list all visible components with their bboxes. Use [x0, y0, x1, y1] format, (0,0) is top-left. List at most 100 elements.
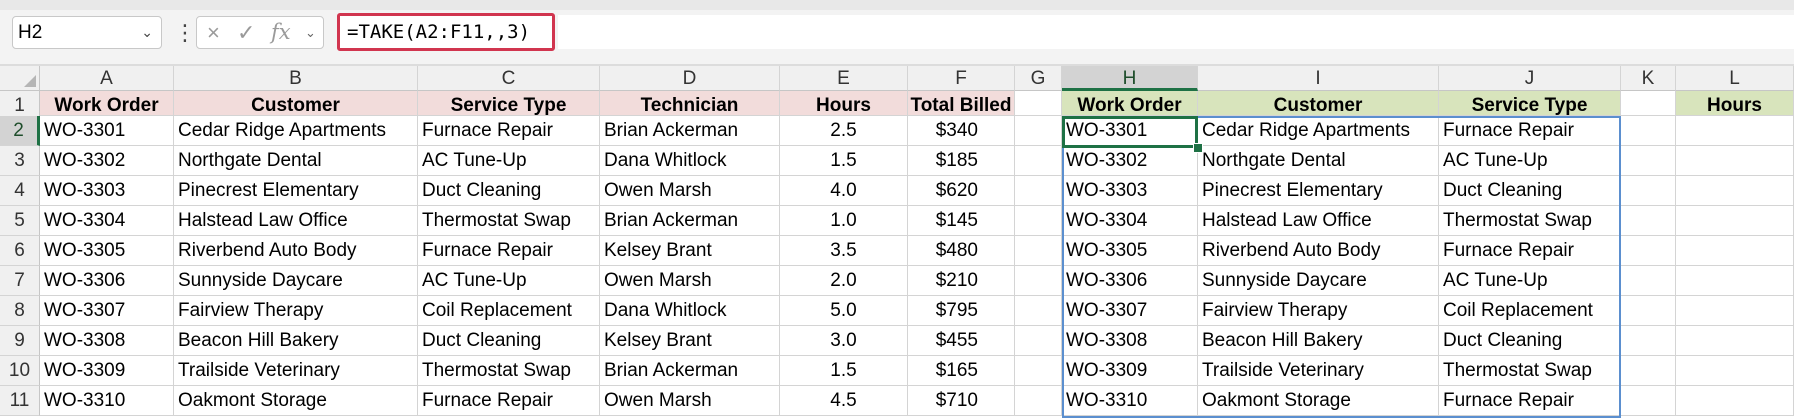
cell-c8[interactable]: Coil Replacement: [418, 296, 600, 326]
cell-h7[interactable]: WO-3306: [1062, 266, 1198, 296]
column-header-c[interactable]: C: [418, 66, 600, 91]
cell-c11[interactable]: Furnace Repair: [418, 386, 600, 416]
cancel-icon[interactable]: ×: [207, 17, 220, 48]
cell-a3[interactable]: WO-3302: [40, 146, 174, 176]
cell-d1[interactable]: Technician: [600, 91, 780, 116]
column-header-b[interactable]: B: [174, 66, 418, 91]
cell-e9[interactable]: 3.0: [780, 326, 908, 356]
cell-k6[interactable]: [1621, 236, 1676, 266]
cell-e11[interactable]: 4.5: [780, 386, 908, 416]
formula-bar-input-area[interactable]: [558, 15, 1794, 49]
cell-g11[interactable]: [1015, 386, 1062, 416]
cell-d3[interactable]: Dana Whitlock: [600, 146, 780, 176]
enter-icon[interactable]: ✓: [237, 17, 255, 48]
cell-l2[interactable]: [1676, 116, 1794, 146]
cell-d7[interactable]: Owen Marsh: [600, 266, 780, 296]
cell-b8[interactable]: Fairview Therapy: [174, 296, 418, 326]
cell-h8[interactable]: WO-3307: [1062, 296, 1198, 326]
cell-h1[interactable]: Work Order: [1062, 91, 1198, 116]
cell-c3[interactable]: AC Tune-Up: [418, 146, 600, 176]
column-header-i[interactable]: I: [1198, 66, 1439, 91]
cell-j2[interactable]: Furnace Repair: [1439, 116, 1621, 146]
cell-h10[interactable]: WO-3309: [1062, 356, 1198, 386]
cell-b5[interactable]: Halstead Law Office: [174, 206, 418, 236]
cell-b6[interactable]: Riverbend Auto Body: [174, 236, 418, 266]
cell-f7[interactable]: $210: [908, 266, 1015, 296]
cell-e4[interactable]: 4.0: [780, 176, 908, 206]
cell-i2[interactable]: Cedar Ridge Apartments: [1198, 116, 1439, 146]
cell-e6[interactable]: 3.5: [780, 236, 908, 266]
cell-d10[interactable]: Brian Ackerman: [600, 356, 780, 386]
select-all-corner[interactable]: [0, 66, 40, 91]
column-header-j[interactable]: J: [1439, 66, 1621, 91]
cell-d11[interactable]: Owen Marsh: [600, 386, 780, 416]
cell-f3[interactable]: $185: [908, 146, 1015, 176]
cell-k4[interactable]: [1621, 176, 1676, 206]
column-header-a[interactable]: A: [40, 66, 174, 91]
cell-b4[interactable]: Pinecrest Elementary: [174, 176, 418, 206]
cell-k9[interactable]: [1621, 326, 1676, 356]
cell-i3[interactable]: Northgate Dental: [1198, 146, 1439, 176]
cell-g5[interactable]: [1015, 206, 1062, 236]
cell-f2[interactable]: $340: [908, 116, 1015, 146]
cell-g10[interactable]: [1015, 356, 1062, 386]
cell-k3[interactable]: [1621, 146, 1676, 176]
cell-d6[interactable]: Kelsey Brant: [600, 236, 780, 266]
cell-i7[interactable]: Sunnyside Daycare: [1198, 266, 1439, 296]
cell-i6[interactable]: Riverbend Auto Body: [1198, 236, 1439, 266]
cell-l6[interactable]: [1676, 236, 1794, 266]
cell-a5[interactable]: WO-3304: [40, 206, 174, 236]
cell-g9[interactable]: [1015, 326, 1062, 356]
cell-j9[interactable]: Duct Cleaning: [1439, 326, 1621, 356]
cell-j6[interactable]: Furnace Repair: [1439, 236, 1621, 266]
cell-j10[interactable]: Thermostat Swap: [1439, 356, 1621, 386]
cell-c7[interactable]: AC Tune-Up: [418, 266, 600, 296]
cell-g1[interactable]: [1015, 91, 1062, 116]
cell-j4[interactable]: Duct Cleaning: [1439, 176, 1621, 206]
cell-i11[interactable]: Oakmont Storage: [1198, 386, 1439, 416]
cell-l11[interactable]: [1676, 386, 1794, 416]
cell-d8[interactable]: Dana Whitlock: [600, 296, 780, 326]
column-header-f[interactable]: F: [908, 66, 1015, 91]
cell-b3[interactable]: Northgate Dental: [174, 146, 418, 176]
cell-f10[interactable]: $165: [908, 356, 1015, 386]
more-options-icon[interactable]: ⋮: [174, 17, 196, 48]
cell-a10[interactable]: WO-3309: [40, 356, 174, 386]
cell-j1[interactable]: Service Type: [1439, 91, 1621, 116]
cell-a11[interactable]: WO-3310: [40, 386, 174, 416]
cell-a4[interactable]: WO-3303: [40, 176, 174, 206]
cell-h9[interactable]: WO-3308: [1062, 326, 1198, 356]
cell-h2[interactable]: WO-3301: [1062, 116, 1198, 146]
cell-c10[interactable]: Thermostat Swap: [418, 356, 600, 386]
row-header-8[interactable]: 8: [0, 296, 40, 326]
cell-h11[interactable]: WO-3310: [1062, 386, 1198, 416]
cell-l7[interactable]: [1676, 266, 1794, 296]
cell-c1[interactable]: Service Type: [418, 91, 600, 116]
cell-c6[interactable]: Furnace Repair: [418, 236, 600, 266]
cell-f9[interactable]: $455: [908, 326, 1015, 356]
cell-e2[interactable]: 2.5: [780, 116, 908, 146]
cell-l1[interactable]: Hours: [1676, 91, 1794, 116]
cell-d2[interactable]: Brian Ackerman: [600, 116, 780, 146]
cell-k7[interactable]: [1621, 266, 1676, 296]
row-header-5[interactable]: 5: [0, 206, 40, 236]
cell-i8[interactable]: Fairview Therapy: [1198, 296, 1439, 326]
cell-i4[interactable]: Pinecrest Elementary: [1198, 176, 1439, 206]
cell-g4[interactable]: [1015, 176, 1062, 206]
row-header-4[interactable]: 4: [0, 176, 40, 206]
cell-a8[interactable]: WO-3307: [40, 296, 174, 326]
cell-h4[interactable]: WO-3303: [1062, 176, 1198, 206]
cell-d9[interactable]: Kelsey Brant: [600, 326, 780, 356]
cell-b1[interactable]: Customer: [174, 91, 418, 116]
cell-g8[interactable]: [1015, 296, 1062, 326]
cell-k2[interactable]: [1621, 116, 1676, 146]
cell-k11[interactable]: [1621, 386, 1676, 416]
column-header-d[interactable]: D: [600, 66, 780, 91]
cell-i1[interactable]: Customer: [1198, 91, 1439, 116]
cell-k10[interactable]: [1621, 356, 1676, 386]
cell-f1[interactable]: Total Billed: [908, 91, 1015, 116]
cell-i10[interactable]: Trailside Veterinary: [1198, 356, 1439, 386]
cell-g7[interactable]: [1015, 266, 1062, 296]
row-header-3[interactable]: 3: [0, 146, 40, 176]
cell-a9[interactable]: WO-3308: [40, 326, 174, 356]
